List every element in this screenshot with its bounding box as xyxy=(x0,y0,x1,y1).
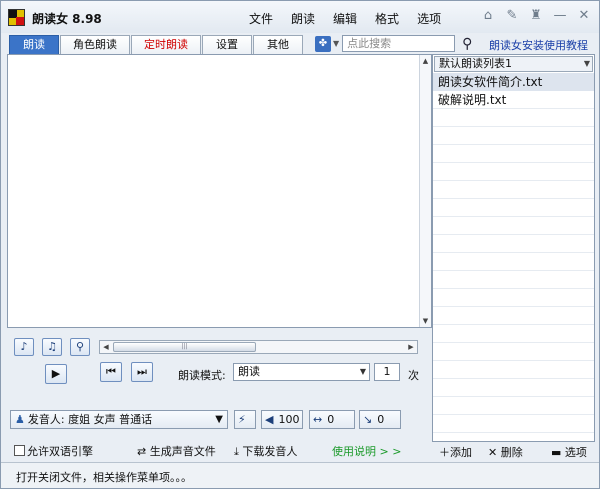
antenna-icon: ⚡ xyxy=(238,413,246,426)
play-button[interactable]: ▶ xyxy=(45,364,67,384)
read-mode-label: 朗读模式: xyxy=(178,369,226,382)
volume-icon: ◀ xyxy=(265,413,274,426)
list-item[interactable]: 朗读女软件简介.txt xyxy=(433,73,594,91)
text-doc-icon[interactable]: ♪ xyxy=(14,338,34,356)
search-input[interactable] xyxy=(342,35,456,52)
scroll-thumb[interactable]: ||| xyxy=(113,342,256,352)
minimize-icon[interactable]: — xyxy=(553,8,567,24)
menu-format[interactable]: 格式 xyxy=(375,10,399,27)
convert-icon: ⇄ xyxy=(137,445,147,458)
progress-scrollbar[interactable]: ◀ ||| ▶ xyxy=(99,340,418,354)
close-icon[interactable]: ✕ xyxy=(577,8,591,24)
chevron-down-icon[interactable]: ▼ xyxy=(333,39,339,48)
editor-scrollbar[interactable]: ▲ ▼ xyxy=(419,55,431,327)
playlist-panel: 默认朗读列表1 ▼ 朗读女软件简介.txt 破解说明.txt xyxy=(432,54,595,442)
playlist-delete-button[interactable]: ✕ 删除 xyxy=(488,444,523,460)
bilingual-checkbox[interactable] xyxy=(14,445,25,456)
pitch-icon: ↘ xyxy=(363,413,373,426)
volume-control[interactable]: ◀ 100 xyxy=(261,410,303,429)
voice-label: 发音人: xyxy=(27,413,65,426)
usage-label: 使用说明 xyxy=(332,445,376,458)
list-item[interactable]: 破解说明.txt xyxy=(433,91,594,109)
skin-icon[interactable]: ♜ xyxy=(529,8,543,24)
menu-file[interactable]: 文件 xyxy=(249,10,273,27)
menu-edit[interactable]: 编辑 xyxy=(333,10,357,27)
next-button[interactable]: ⏭ xyxy=(131,362,153,382)
tools-icon[interactable]: ✎ xyxy=(505,8,519,24)
music-icon[interactable]: ♫ xyxy=(42,338,62,356)
playlist-name: 默认朗读列表1 xyxy=(439,57,512,70)
read-mode-value: 朗读 xyxy=(238,365,260,378)
tab-settings[interactable]: 设置 xyxy=(202,35,252,54)
home-icon[interactable]: ⌂ xyxy=(481,8,495,24)
add-label: 添加 xyxy=(450,446,472,459)
generate-audio-button[interactable]: ⇄ 生成声音文件 xyxy=(137,443,216,459)
playlist-select[interactable]: 默认朗读列表1 ▼ xyxy=(434,56,593,72)
speed-control[interactable]: ↔ 0 xyxy=(309,410,355,429)
scroll-right-icon[interactable]: ▶ xyxy=(405,341,417,353)
tab-bar: 朗读 角色朗读 定时朗读 设置 其他 xyxy=(9,35,304,54)
voice-select[interactable]: ♟ 发音人: 度姐 女声 普通话 ▼ xyxy=(10,410,228,429)
tab-role-read[interactable]: 角色朗读 xyxy=(60,35,130,54)
chevron-down-icon: ▼ xyxy=(583,59,590,68)
repeat-unit-label: 次 xyxy=(408,369,419,382)
usage-link[interactable]: 使用说明 > > xyxy=(332,443,401,459)
scroll-left-icon[interactable]: ◀ xyxy=(100,341,112,353)
repeat-count-input[interactable]: 1 xyxy=(374,363,400,381)
read-mode-select[interactable]: 朗读 ▼ xyxy=(233,363,370,381)
delete-icon: ✕ xyxy=(488,446,498,459)
tab-timer-read[interactable]: 定时朗读 xyxy=(131,35,201,54)
search-area: ✤ ▼ ⚲ xyxy=(315,35,472,52)
voice-value: 度姐 女声 普通话 xyxy=(68,413,153,426)
speed-icon: ↔ xyxy=(313,413,323,426)
bilingual-option[interactable]: 允许双语引擎 xyxy=(14,443,93,459)
plus-icon: ＋ xyxy=(439,446,450,459)
delete-label: 删除 xyxy=(500,446,523,459)
window-controls: ⌂ ✎ ♜ — ✕ xyxy=(481,8,591,24)
search-engine-icon[interactable]: ✤ xyxy=(315,35,331,52)
chevron-down-icon: ▼ xyxy=(215,414,223,425)
download-icon: ⤓ xyxy=(234,445,239,458)
menu-options[interactable]: 选项 xyxy=(417,10,441,27)
options-label: 选项 xyxy=(564,446,587,459)
text-editor[interactable]: ▲ ▼ xyxy=(7,54,432,328)
generate-audio-label: 生成声音文件 xyxy=(149,445,216,458)
previous-button[interactable]: ⏮ xyxy=(100,362,122,382)
tab-read[interactable]: 朗读 xyxy=(9,35,59,54)
app-logo-icon xyxy=(8,9,25,26)
download-voice-label: 下载发音人 xyxy=(242,445,298,458)
app-window: 朗读女 8.98 文件 朗读 编辑 格式 选项 ⌂ ✎ ♜ — ✕ 朗读 角色朗… xyxy=(0,0,600,489)
app-title: 朗读女 8.98 xyxy=(32,12,102,26)
volume-value: 100 xyxy=(278,413,300,426)
person-icon: ♟ xyxy=(15,413,25,426)
microphone-icon[interactable]: ⚲ xyxy=(70,338,90,356)
playlist-add-button[interactable]: ＋添加 xyxy=(439,444,472,460)
speed-value: 0 xyxy=(327,413,335,426)
playlist-items: 朗读女软件简介.txt 破解说明.txt xyxy=(433,73,594,441)
playlist-options-button[interactable]: ▬ 选项 xyxy=(551,444,587,460)
menu-bar: 文件 朗读 编辑 格式 选项 xyxy=(249,10,459,27)
bilingual-label: 允许双语引擎 xyxy=(27,445,93,458)
status-text: 打开关闭文件，相关操作菜单项。。。 xyxy=(16,471,192,484)
pitch-control[interactable]: ↘ 0 xyxy=(359,410,401,429)
options-icon: ▬ xyxy=(551,446,562,459)
pitch-value: 0 xyxy=(377,413,385,426)
scroll-down-icon[interactable]: ▼ xyxy=(420,315,431,327)
status-bar: 打开关闭文件，相关操作菜单项。。。 xyxy=(1,462,599,488)
download-voice-button[interactable]: ⤓ 下载发音人 xyxy=(234,443,297,459)
usage-arrows: > > xyxy=(379,445,402,458)
menu-read[interactable]: 朗读 xyxy=(291,10,315,27)
chevron-down-icon: ▼ xyxy=(359,367,366,376)
help-tutorial-link[interactable]: 朗读女安装使用教程 xyxy=(489,37,588,53)
search-icon[interactable]: ⚲ xyxy=(462,36,472,52)
voice-settings-button[interactable]: ⚡ xyxy=(234,410,256,429)
scroll-up-icon[interactable]: ▲ xyxy=(420,55,431,67)
title-bar: 朗读女 8.98 文件 朗读 编辑 格式 选项 ⌂ ✎ ♜ — ✕ xyxy=(1,1,599,33)
tab-other[interactable]: 其他 xyxy=(253,35,303,54)
